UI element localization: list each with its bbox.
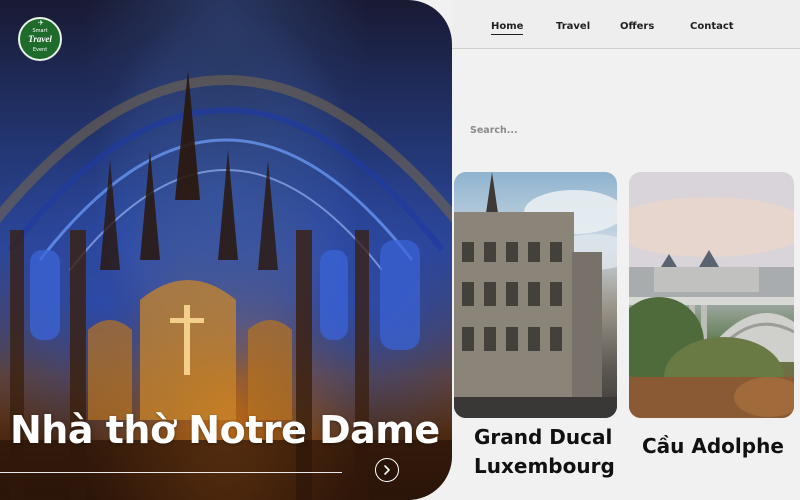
chevron-right-icon: [384, 465, 390, 475]
nav-contact[interactable]: Contact: [690, 21, 734, 32]
hero-divider: [0, 472, 342, 473]
hero-banner: ✈ Smart Travel Event Nhà thờ Notre Dame: [0, 0, 452, 500]
nav-travel[interactable]: Travel: [556, 21, 590, 32]
bridge-image: [629, 172, 794, 418]
logo-text-event: Event: [32, 47, 48, 53]
plane-icon: ✈: [38, 19, 44, 27]
nav-offers[interactable]: Offers: [620, 21, 654, 32]
logo-text-travel: Travel: [28, 34, 52, 44]
card-title-grand-ducal[interactable]: Grand Ducal Luxembourg: [474, 423, 634, 481]
card-image-adolphe[interactable]: [629, 172, 794, 418]
top-nav: Home Travel Offers Contact: [452, 0, 800, 49]
brand-logo[interactable]: ✈ Smart Travel Event: [18, 17, 62, 61]
next-slide-button[interactable]: [375, 458, 399, 482]
nav-home[interactable]: Home: [491, 21, 524, 35]
search-input[interactable]: [470, 122, 670, 138]
card-image-grand-ducal[interactable]: [454, 172, 617, 418]
card-title-adolphe[interactable]: Cầu Adolphe: [642, 432, 800, 461]
hero-title: Nhà thờ Notre Dame: [10, 408, 440, 452]
palace-image: [454, 172, 617, 418]
